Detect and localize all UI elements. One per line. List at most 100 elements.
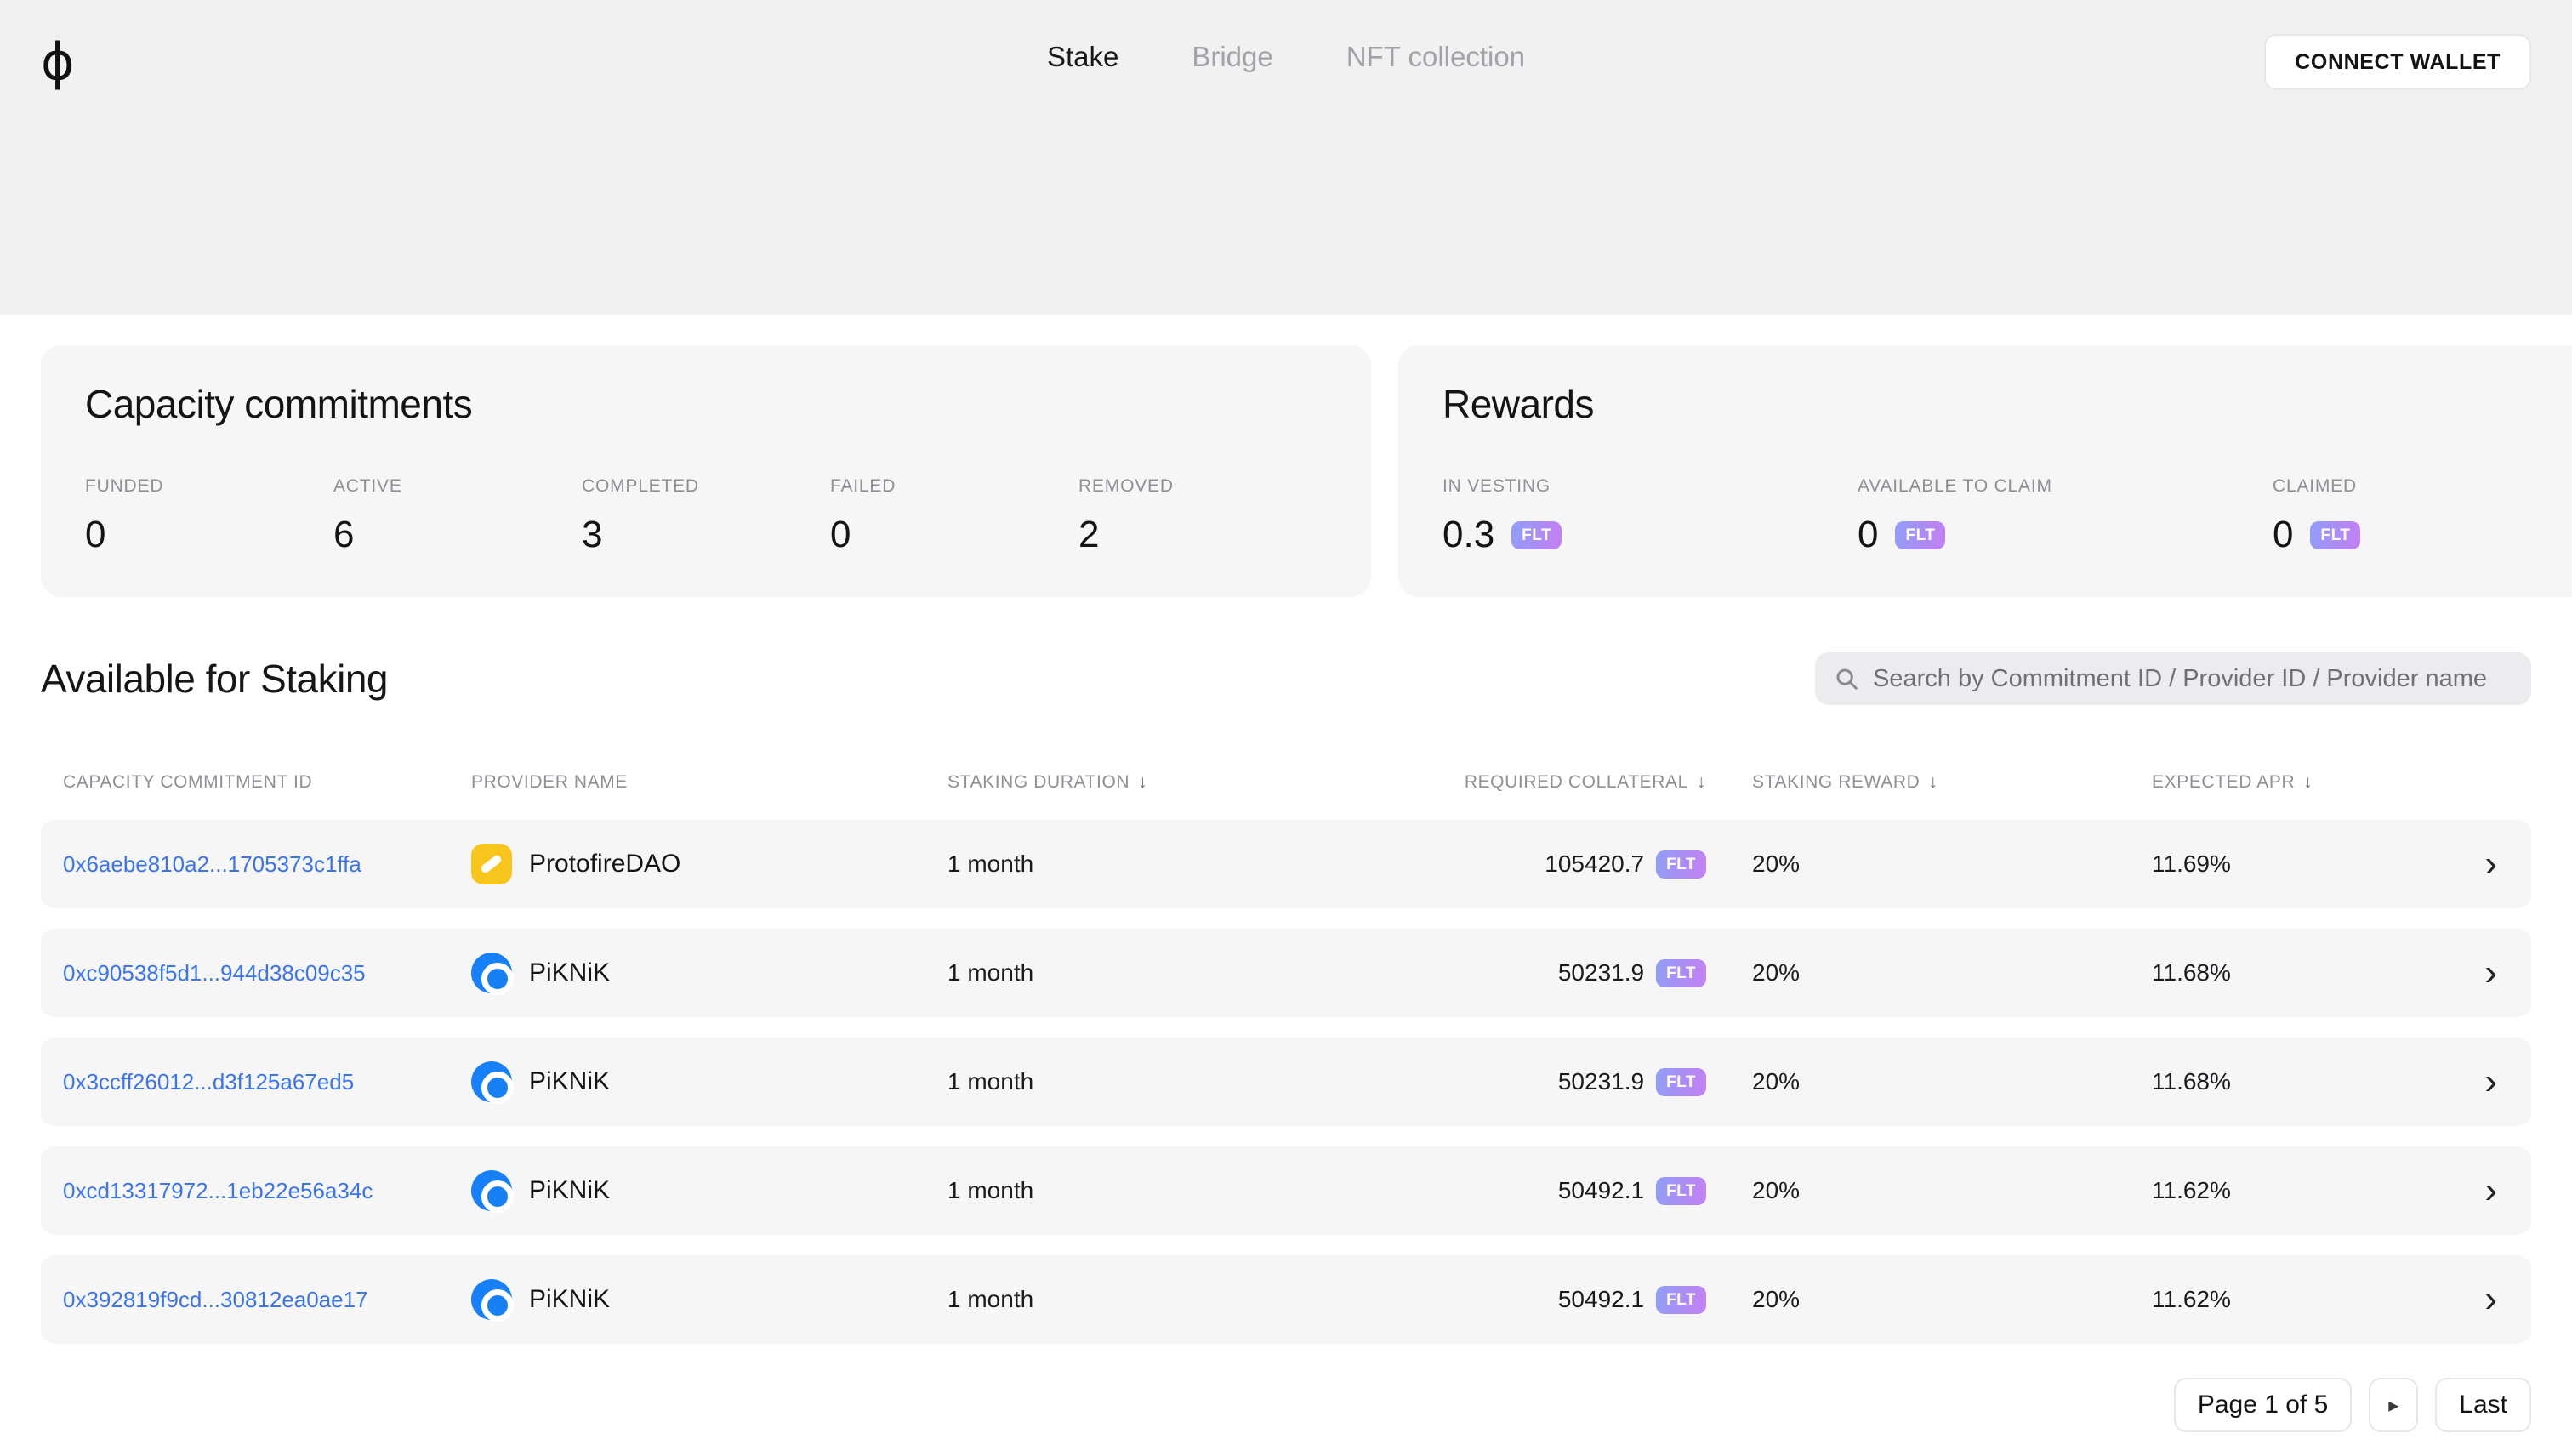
required-collateral-cell: 50231.9 FLT <box>1349 1067 1706 1096</box>
provider-name: PiKNiK <box>529 1285 611 1313</box>
stat-label: IN VESTING <box>1442 476 1551 496</box>
stat-number: 0 <box>2273 514 2294 555</box>
stat-number: 0.3 <box>1442 514 1495 555</box>
tab-stake[interactable]: Stake <box>1047 41 1118 73</box>
provider-logo-icon <box>471 1170 514 1213</box>
col-provider-name: PROVIDER NAME <box>471 772 947 793</box>
provider-name: PiKNiK <box>529 958 611 987</box>
stat-value: 2 <box>1078 514 1100 555</box>
commitment-id-link[interactable]: 0xc90538f5d1...944d38c09c35 <box>63 960 471 987</box>
stat-active: ACTIVE 6 <box>333 476 582 556</box>
rewards-stats: IN VESTING 0.3 FLT AVAILABLE TO CLAIM 0 … <box>1442 476 2572 556</box>
table-row[interactable]: 0x3ccff26012...d3f125a67ed5 PiKNiK 1 mon… <box>41 1038 2531 1126</box>
staking-duration-value: 1 month <box>947 850 1034 877</box>
stat-label: ACTIVE <box>333 476 402 496</box>
stat-value: 0 <box>830 514 851 555</box>
stat-value: 6 <box>333 514 355 555</box>
chevron-right-icon[interactable]: › <box>2484 845 2497 883</box>
staking-section-header: Available for Staking <box>41 651 2531 706</box>
expected-apr-value: 11.69% <box>2152 850 2231 877</box>
table-row[interactable]: 0x6aebe810a2...1705373c1ffa ProtofireDAO… <box>41 820 2531 908</box>
sort-down-icon: ↓ <box>1138 772 1148 792</box>
rewards-card: Rewards IN VESTING 0.3 FLT AVAILABLE TO … <box>1398 345 2572 597</box>
stat-completed: COMPLETED 3 <box>582 476 830 556</box>
collateral-value: 50492.1 <box>1557 1286 1645 1312</box>
next-page-button[interactable]: ▸ <box>2369 1378 2419 1432</box>
staking-reward-value: 20% <box>1752 850 1801 877</box>
flt-badge: FLT <box>1511 520 1562 549</box>
pagination: Page 1 of 5 ▸ Last <box>41 1378 2531 1432</box>
stat-value: 3 <box>582 514 603 555</box>
stat-available-to-claim: AVAILABLE TO CLAIM 0 FLT <box>1858 476 2273 556</box>
staking-duration-value: 1 month <box>947 959 1034 986</box>
collateral-value: 50492.1 <box>1557 1177 1645 1203</box>
col-staking-duration[interactable]: STAKING DURATION ↓ <box>947 772 1349 793</box>
stat-label: CLAIMED <box>2273 476 2357 496</box>
commitment-id-link[interactable]: 0xcd13317972...1eb22e56a34c <box>63 1178 471 1204</box>
flt-badge: FLT <box>2310 520 2361 549</box>
search-box[interactable] <box>1815 652 2531 705</box>
available-for-staking-title: Available for Staking <box>41 657 389 701</box>
required-collateral-cell: 50492.1 FLT <box>1349 1176 1706 1205</box>
chevron-right-icon[interactable]: › <box>2484 1063 2497 1101</box>
stat-failed: FAILED 0 <box>830 476 1078 556</box>
provider-logo-icon <box>471 953 514 995</box>
last-page-button[interactable]: Last <box>2435 1378 2531 1432</box>
flt-badge: FLT <box>1895 520 1946 549</box>
tab-nft-collection[interactable]: NFT collection <box>1346 41 1525 73</box>
sort-down-icon: ↓ <box>2303 772 2313 792</box>
provider-name: PiKNiK <box>529 1176 611 1204</box>
connect-wallet-button[interactable]: CONNECT WALLET <box>2264 34 2531 90</box>
staking-duration-value: 1 month <box>947 1068 1034 1095</box>
col-expected-apr[interactable]: EXPECTED APR ↓ <box>2152 772 2456 793</box>
chevron-right-icon[interactable]: › <box>2484 1172 2497 1209</box>
col-required-collateral[interactable]: REQUIRED COLLATERAL ↓ <box>1349 772 1706 793</box>
chevron-right-icon[interactable]: › <box>2484 954 2497 992</box>
flt-badge: FLT <box>1656 1285 1706 1314</box>
rewards-card-title: Rewards <box>1442 382 1595 426</box>
sort-down-icon: ↓ <box>1696 772 1706 792</box>
flt-badge: FLT <box>1656 850 1706 879</box>
commitment-id-link[interactable]: 0x6aebe810a2...1705373c1ffa <box>63 851 471 878</box>
stat-label: COMPLETED <box>582 476 699 496</box>
stat-value: 0.3 FLT <box>1442 514 1858 556</box>
nav-bar: ϕ Stake Bridge NFT collection CONNECT WA… <box>0 0 2572 94</box>
page-indicator-button[interactable]: Page 1 of 5 <box>2173 1378 2353 1432</box>
commitment-id-link[interactable]: 0x3ccff26012...d3f125a67ed5 <box>63 1069 471 1095</box>
collateral-value: 50231.9 <box>1557 959 1645 986</box>
col-staking-reward[interactable]: STAKING REWARD ↓ <box>1706 772 2152 793</box>
provider-cell: PiKNiK <box>471 953 947 995</box>
table-row[interactable]: 0xcd13317972...1eb22e56a34c PiKNiK 1 mon… <box>41 1146 2531 1235</box>
provider-cell: PiKNiK <box>471 1279 947 1322</box>
top-band: ϕ Stake Bridge NFT collection CONNECT WA… <box>0 0 2572 315</box>
provider-name: PiKNiK <box>529 1067 611 1095</box>
stat-label: FUNDED <box>85 476 164 496</box>
staking-reward-value: 20% <box>1752 1177 1801 1203</box>
table-row[interactable]: 0x392819f9cd...30812ea0ae17 PiKNiK 1 mon… <box>41 1255 2531 1344</box>
chevron-right-icon[interactable]: › <box>2484 1281 2497 1318</box>
capacity-card-title: Capacity commitments <box>85 382 473 426</box>
stat-label: AVAILABLE TO CLAIM <box>1858 476 2052 496</box>
capacity-stats: FUNDED 0 ACTIVE 6 COMPLETED 3 FAILED 0 R… <box>85 476 1327 556</box>
provider-logo-icon <box>471 1279 514 1322</box>
search-input[interactable] <box>1873 664 2512 693</box>
expected-apr-value: 11.62% <box>2152 1177 2231 1203</box>
collateral-value: 105420.7 <box>1545 850 1645 877</box>
staking-duration-value: 1 month <box>947 1286 1034 1312</box>
fluence-logo-icon[interactable]: ϕ <box>41 37 75 88</box>
provider-cell: ProtofireDAO <box>471 844 947 884</box>
table-header-row: CAPACITY COMMITMENT ID PROVIDER NAME STA… <box>41 771 2531 794</box>
stat-value: 0 FLT <box>1858 514 2273 556</box>
tab-bridge[interactable]: Bridge <box>1192 41 1272 73</box>
required-collateral-cell: 50492.1 FLT <box>1349 1285 1706 1314</box>
staking-reward-value: 20% <box>1752 1068 1801 1095</box>
stat-claimed: CLAIMED 0 FLT <box>2273 476 2572 556</box>
search-icon <box>1836 668 1858 690</box>
table-row[interactable]: 0xc90538f5d1...944d38c09c35 PiKNiK 1 mon… <box>41 929 2531 1017</box>
flt-badge: FLT <box>1656 1067 1706 1096</box>
required-collateral-cell: 50231.9 FLT <box>1349 958 1706 987</box>
col-label: STAKING DURATION <box>947 772 1130 792</box>
stat-value: 0 FLT <box>2273 514 2572 556</box>
commitment-id-link[interactable]: 0x392819f9cd...30812ea0ae17 <box>63 1287 471 1313</box>
stat-in-vesting: IN VESTING 0.3 FLT <box>1442 476 1858 556</box>
